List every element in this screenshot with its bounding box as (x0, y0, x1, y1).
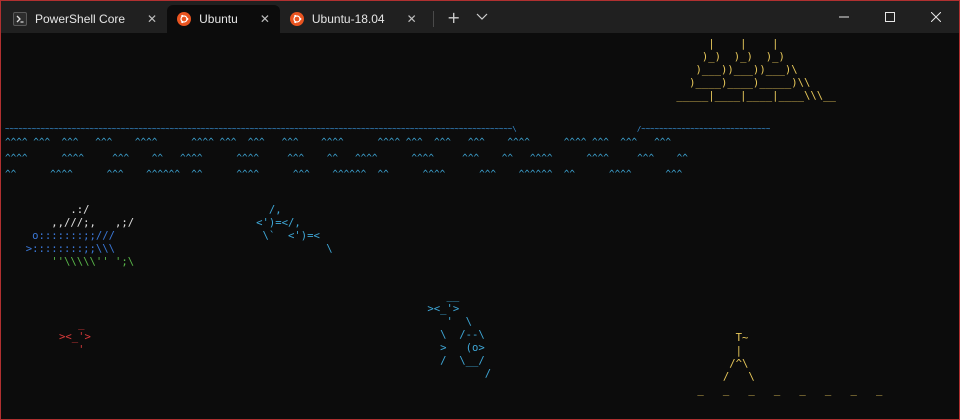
ascii-waves-row-3: ^^ ^^^^ ^^^ ^^^^^^ ^^ ^^^^ ^^^ ^^^^^^ ^^… (5, 169, 683, 180)
ubuntu-icon (289, 12, 304, 26)
terminal-output[interactable]: | | | )_) )_) )_) )___))___))___)\ )____… (1, 34, 959, 419)
ascii-small-fish-group: /, <')=</, \` <')=< \ (256, 204, 333, 255)
tab-powershell-core[interactable]: PowerShell Core ✕ (1, 5, 167, 33)
ascii-big-fish-middle: o:::::::;;/// >::::::::;;\\\ (25, 230, 116, 255)
tab-label: PowerShell Core (35, 12, 126, 26)
ascii-waterline: ~~~~~~~~~~~~~~~~~~~~~~~~~~~~~~~~~~~~~~~~… (5, 124, 771, 133)
ascii-castle: T~ | /^\ / \ _ _ _ _ _ _ _ _ (697, 332, 883, 396)
ascii-small-fish: _ ><_'> ' (59, 318, 91, 356)
tab-ubuntu[interactable]: Ubuntu ✕ (167, 5, 280, 33)
ascii-waves-row-2: ^^^^ ^^^^ ^^^ ^^ ^^^^ ^^^^ ^^^ ^^ ^^^^ ^… (5, 153, 688, 164)
ascii-big-fish-top: .:/ ,,///;, ,;/ (51, 204, 135, 229)
chevron-down-icon (476, 13, 488, 20)
titlebar: PowerShell Core ✕ Ubuntu ✕ Ubuntu-18.04 … (1, 1, 959, 33)
ascii-waves-row-1: ^^^^ ^^^ ^^^ ^^^ ^^^^ ^^^^ ^^^ ^^^ ^^^ ^… (5, 137, 672, 148)
close-icon[interactable]: ✕ (260, 12, 270, 26)
maximize-button[interactable] (867, 1, 913, 33)
tab-separator (432, 11, 434, 27)
dropdown-button[interactable] (468, 3, 496, 31)
ascii-big-fish-bottom: ''\\\\\'' ';\ (13, 256, 135, 268)
ubuntu-icon (177, 12, 192, 26)
minimize-icon (839, 16, 849, 18)
minimize-button[interactable] (821, 1, 867, 33)
tab-label: Ubuntu (199, 12, 238, 26)
maximize-icon (885, 12, 895, 22)
powershell-icon (13, 12, 27, 26)
ascii-ship: | | | )_) )_) )_) )___))___))___)\ )____… (676, 38, 836, 102)
terminal-window: PowerShell Core ✕ Ubuntu ✕ Ubuntu-18.04 … (0, 0, 960, 420)
close-icon[interactable]: ✕ (147, 12, 157, 26)
new-tab-button[interactable]: + (440, 3, 468, 31)
tab-ubuntu-18-04[interactable]: Ubuntu-18.04 ✕ (280, 5, 427, 33)
close-icon[interactable]: ✕ (407, 12, 417, 26)
close-button[interactable] (913, 1, 959, 33)
ascii-penguin: __ ><_'> ' \ \ /--\ > (o> / \__/ / (427, 290, 492, 380)
tab-label: Ubuntu-18.04 (311, 12, 385, 26)
caption-buttons (821, 1, 959, 33)
close-icon (931, 12, 941, 22)
